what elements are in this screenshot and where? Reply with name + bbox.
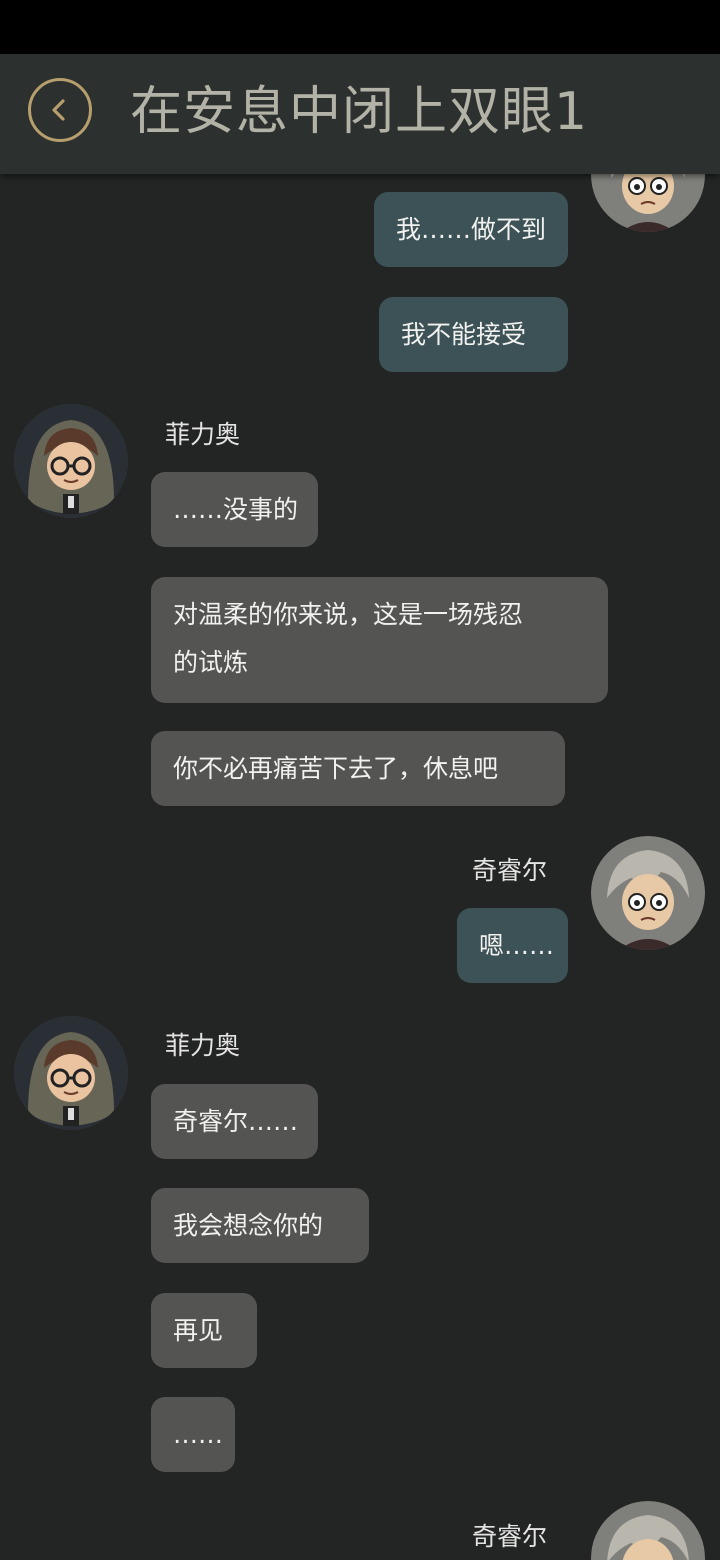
sender-name: 菲力奥 bbox=[165, 420, 241, 449]
message-bubble-left[interactable]: 对温柔的你来说，这是一场残忍 的试炼 bbox=[151, 577, 608, 703]
message-bubble-left[interactable]: 你不必再痛苦下去了，休息吧 bbox=[151, 731, 565, 806]
avatar-qiruier bbox=[591, 174, 705, 232]
message-line: 的试炼 bbox=[173, 648, 249, 677]
message-bubble-left[interactable]: 奇睿尔…… bbox=[151, 1084, 318, 1159]
message-line: 对温柔的你来说，这是一场残忍 bbox=[173, 600, 524, 629]
message-bubble-right[interactable]: 嗯…… bbox=[457, 908, 568, 983]
sender-name: 奇睿尔 bbox=[472, 1522, 548, 1551]
page-title: 在安息中闭上双眼1 bbox=[130, 82, 589, 142]
chevron-left-icon bbox=[52, 99, 65, 121]
chat-header: 在安息中闭上双眼1 bbox=[0, 54, 720, 174]
back-button[interactable] bbox=[28, 78, 92, 142]
message-bubble-right[interactable]: 我不能接受 bbox=[379, 297, 568, 372]
message-bubble-left[interactable]: ……没事的 bbox=[151, 472, 318, 547]
avatar-qiruier bbox=[591, 836, 705, 950]
chat-log[interactable]: 我……做不到 我不能接受 菲力奥 ……没事的 对温柔的你来说，这是一场残忍 的试… bbox=[0, 174, 720, 1560]
character-portrait-icon bbox=[14, 404, 128, 518]
avatar-qiruier bbox=[591, 1501, 705, 1560]
message-bubble-left[interactable]: 再见 bbox=[151, 1293, 257, 1368]
character-portrait-icon bbox=[14, 1016, 128, 1130]
status-bar bbox=[0, 0, 720, 54]
message-bubble-left[interactable]: 我会想念你的 bbox=[151, 1188, 369, 1263]
message-bubble-left[interactable]: …… bbox=[151, 1397, 235, 1472]
character-portrait-icon bbox=[591, 1501, 705, 1560]
character-portrait-icon bbox=[591, 174, 705, 232]
avatar-feiliao bbox=[14, 1016, 128, 1130]
message-bubble-right[interactable]: 我……做不到 bbox=[374, 192, 568, 267]
sender-name: 菲力奥 bbox=[165, 1031, 241, 1060]
avatar-feiliao bbox=[14, 404, 128, 518]
sender-name: 奇睿尔 bbox=[472, 856, 548, 885]
character-portrait-icon bbox=[591, 836, 705, 950]
